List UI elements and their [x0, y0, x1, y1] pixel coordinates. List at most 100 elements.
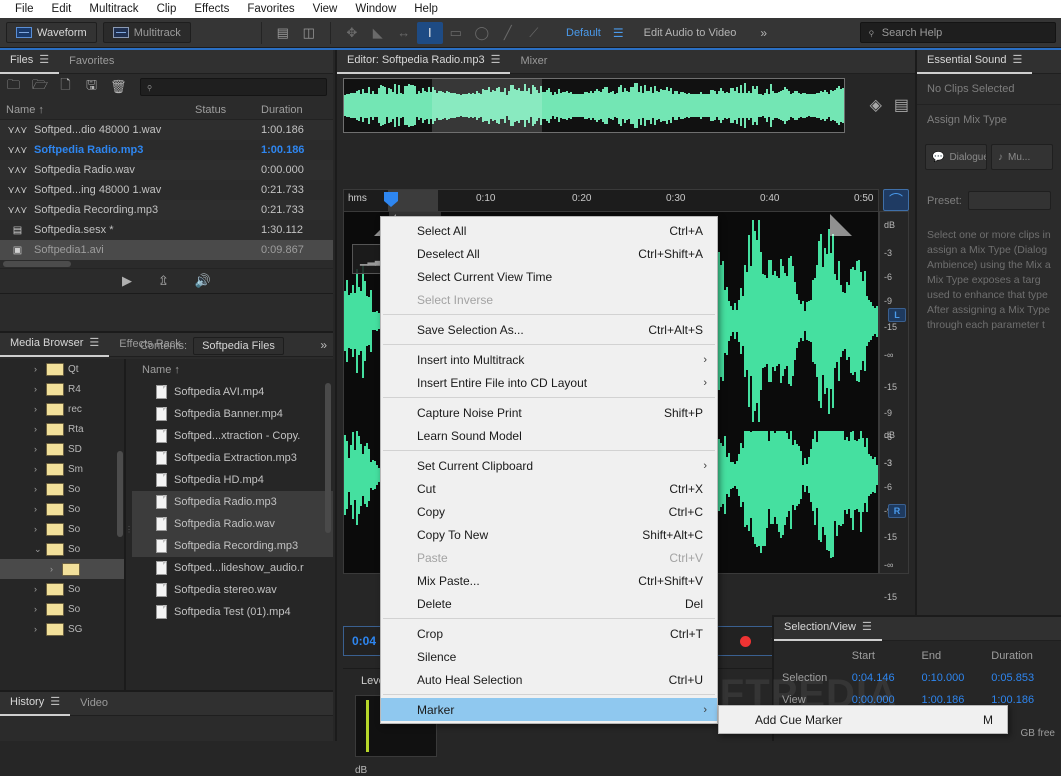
tree-item[interactable]: ›SD — [0, 439, 124, 459]
column-header-status[interactable]: Status — [195, 104, 261, 116]
list-item[interactable]: Softpedia AVI.mp4 — [132, 381, 333, 403]
tree-item[interactable]: ›SG — [0, 619, 124, 639]
chevron-right-icon[interactable]: › — [34, 364, 46, 374]
chevron-right-icon[interactable]: › — [50, 564, 62, 574]
tab-multitrack[interactable]: Multitrack — [103, 22, 191, 43]
media-list-scrollbar[interactable] — [325, 383, 331, 533]
menu-item-multitrack[interactable]: Multitrack — [80, 0, 147, 18]
files-search-input[interactable]: ⌕ — [140, 78, 327, 96]
list-item[interactable]: Softpedia stereo.wav — [132, 579, 333, 601]
workspace-edit-audio-to-video[interactable]: Edit Audio to Video — [630, 27, 751, 39]
context-menu-item[interactable]: Capture Noise PrintShift+P — [381, 401, 717, 424]
channel-left-badge[interactable]: L — [888, 308, 906, 322]
scrollbar-thumb[interactable] — [3, 261, 71, 267]
context-menu[interactable]: Select AllCtrl+ADeselect AllCtrl+Shift+A… — [380, 216, 718, 724]
context-menu-item[interactable]: Mix Paste...Ctrl+Shift+V — [381, 569, 717, 592]
files-horizontal-scrollbar[interactable] — [0, 260, 333, 268]
chevron-right-icon[interactable]: › — [34, 624, 46, 634]
context-menu-item[interactable]: Set Current Clipboard› — [381, 454, 717, 477]
chevron-down-icon[interactable]: ⌄ — [34, 544, 46, 555]
context-menu-item[interactable]: CutCtrl+X — [381, 477, 717, 500]
column-header-duration[interactable]: Duration — [261, 104, 333, 116]
table-row[interactable]: ⋎⋏⋎Softpedia Radio.wav0:00.000 — [0, 160, 333, 180]
search-help-box[interactable]: ⌕ Search Help — [860, 22, 1056, 43]
close-file-icon[interactable]: 🗑 — [110, 79, 125, 95]
list-item[interactable]: Softped...lideshow_audio.r — [132, 557, 333, 579]
timeline-ruler[interactable]: hms 0:100:200:300:400:501: — [343, 189, 879, 211]
marker-submenu[interactable]: Add Cue MarkerM — [718, 705, 1008, 734]
context-menu-item[interactable]: Copy To NewShift+Alt+C — [381, 523, 717, 546]
context-menu-item[interactable]: Auto Heal SelectionCtrl+U — [381, 668, 717, 691]
workspace-menu-icon[interactable]: ☰ — [607, 26, 630, 40]
tree-item[interactable]: ›So — [0, 479, 124, 499]
tab-history[interactable]: History ☰ — [0, 692, 70, 716]
overview-waveform[interactable] — [343, 78, 845, 133]
tree-item[interactable]: ›So — [0, 599, 124, 619]
auto-play-icon[interactable]: 🔊 — [195, 273, 211, 289]
chevron-right-icon[interactable]: › — [34, 504, 46, 514]
spectral-toggle-icon[interactable]: ◈ — [870, 95, 882, 115]
overview-selection[interactable] — [432, 79, 542, 132]
preset-dropdown[interactable] — [968, 191, 1051, 210]
context-menu-item[interactable]: CropCtrl+T — [381, 622, 717, 645]
slide-tool-icon[interactable]: ↔ — [391, 22, 417, 44]
tree-item[interactable]: ›So — [0, 499, 124, 519]
tree-item[interactable]: ›So — [0, 579, 124, 599]
column-header-name[interactable]: Name ↑ — [0, 104, 195, 116]
import-file-icon[interactable]: 🗁 — [32, 76, 47, 98]
play-icon[interactable]: ▶ — [122, 273, 132, 289]
export-icon[interactable]: ⇫ — [158, 273, 169, 289]
context-menu-item[interactable]: DeleteDel — [381, 592, 717, 615]
workspace-more-icon[interactable]: » — [750, 26, 777, 40]
context-menu-item[interactable]: Insert Entire File into CD Layout› — [381, 371, 717, 394]
menu-item-effects[interactable]: Effects — [185, 0, 238, 18]
tab-selection-view[interactable]: Selection/View ☰ — [774, 617, 882, 641]
tab-mixer[interactable]: Mixer — [510, 50, 557, 74]
context-menu-item[interactable]: Select AllCtrl+A — [381, 219, 717, 242]
channel-right-badge[interactable]: R — [888, 504, 906, 518]
table-row[interactable]: ⋎⋏⋎Softped...dio 48000 1.wav1:00.186 — [0, 120, 333, 140]
chevron-right-icon[interactable]: › — [34, 584, 46, 594]
selection-view-row[interactable]: Selection0:04.1460:10.0000:05.853 — [774, 667, 1061, 689]
chevron-right-icon[interactable]: › — [34, 384, 46, 394]
menu-item-clip[interactable]: Clip — [148, 0, 186, 18]
mix-type-dialogue[interactable]: 💬 Dialogue — [925, 144, 987, 170]
chevron-right-icon[interactable]: › — [34, 484, 46, 494]
context-menu-item[interactable]: Deselect AllCtrl+Shift+A — [381, 242, 717, 265]
context-menu-item[interactable]: Select Current View Time — [381, 265, 717, 288]
chevron-right-icon[interactable]: › — [34, 524, 46, 534]
menu-item-favorites[interactable]: Favorites — [238, 0, 303, 18]
table-row[interactable]: ⋎⋏⋎Softpedia Recording.mp30:21.733 — [0, 200, 333, 220]
tab-essential-sound[interactable]: Essential Sound ☰ — [917, 50, 1032, 74]
tree-item[interactable]: ›Qt — [0, 359, 124, 379]
tree-item[interactable]: ›rec — [0, 399, 124, 419]
list-item[interactable]: Softpedia Banner.mp4 — [132, 403, 333, 425]
contents-value[interactable]: Softpedia Files — [193, 337, 284, 355]
spectral-view-icon[interactable]: ◫ — [296, 22, 322, 44]
chevron-right-icon[interactable]: › — [34, 464, 46, 474]
media-list-header[interactable]: Name ↑ — [132, 359, 333, 381]
save-file-icon[interactable]: 🖫 — [84, 76, 99, 98]
menu-item-file[interactable]: File — [6, 0, 43, 18]
ruler-format-label[interactable]: hms — [348, 193, 367, 204]
list-item[interactable]: Softpedia Radio.wav — [132, 513, 333, 535]
tree-item[interactable]: ›So — [0, 519, 124, 539]
tab-favorites[interactable]: Favorites — [59, 50, 124, 74]
sv-duration[interactable]: 0:05.853 — [991, 672, 1061, 684]
tab-files[interactable]: Files ☰ — [0, 50, 59, 74]
headphones-icon[interactable]: ⌒ — [883, 189, 909, 211]
list-item[interactable]: Softpedia HD.mp4 — [132, 469, 333, 491]
history-menu-icon[interactable]: ☰ — [50, 691, 60, 714]
context-menu-item[interactable]: Silence — [381, 645, 717, 668]
new-file-icon[interactable]: 🗋 — [58, 76, 73, 98]
tab-editor[interactable]: Editor: Softpedia Radio.mp3 ☰ — [337, 50, 510, 74]
files-panel-menu-icon[interactable]: ☰ — [39, 49, 49, 72]
table-row[interactable]: ▤Softpedia.sesx *1:30.112 — [0, 220, 333, 240]
context-menu-item[interactable]: Insert into Multitrack› — [381, 348, 717, 371]
time-selection-tool-icon[interactable]: I — [417, 22, 443, 44]
list-item[interactable]: Softpedia Radio.mp3 — [132, 491, 333, 513]
context-menu-item[interactable]: Marker› — [381, 698, 717, 721]
spot-healing-brush-icon[interactable]: ⟋ — [521, 22, 547, 44]
tree-item[interactable]: ›Sm — [0, 459, 124, 479]
menu-item-edit[interactable]: Edit — [43, 0, 81, 18]
